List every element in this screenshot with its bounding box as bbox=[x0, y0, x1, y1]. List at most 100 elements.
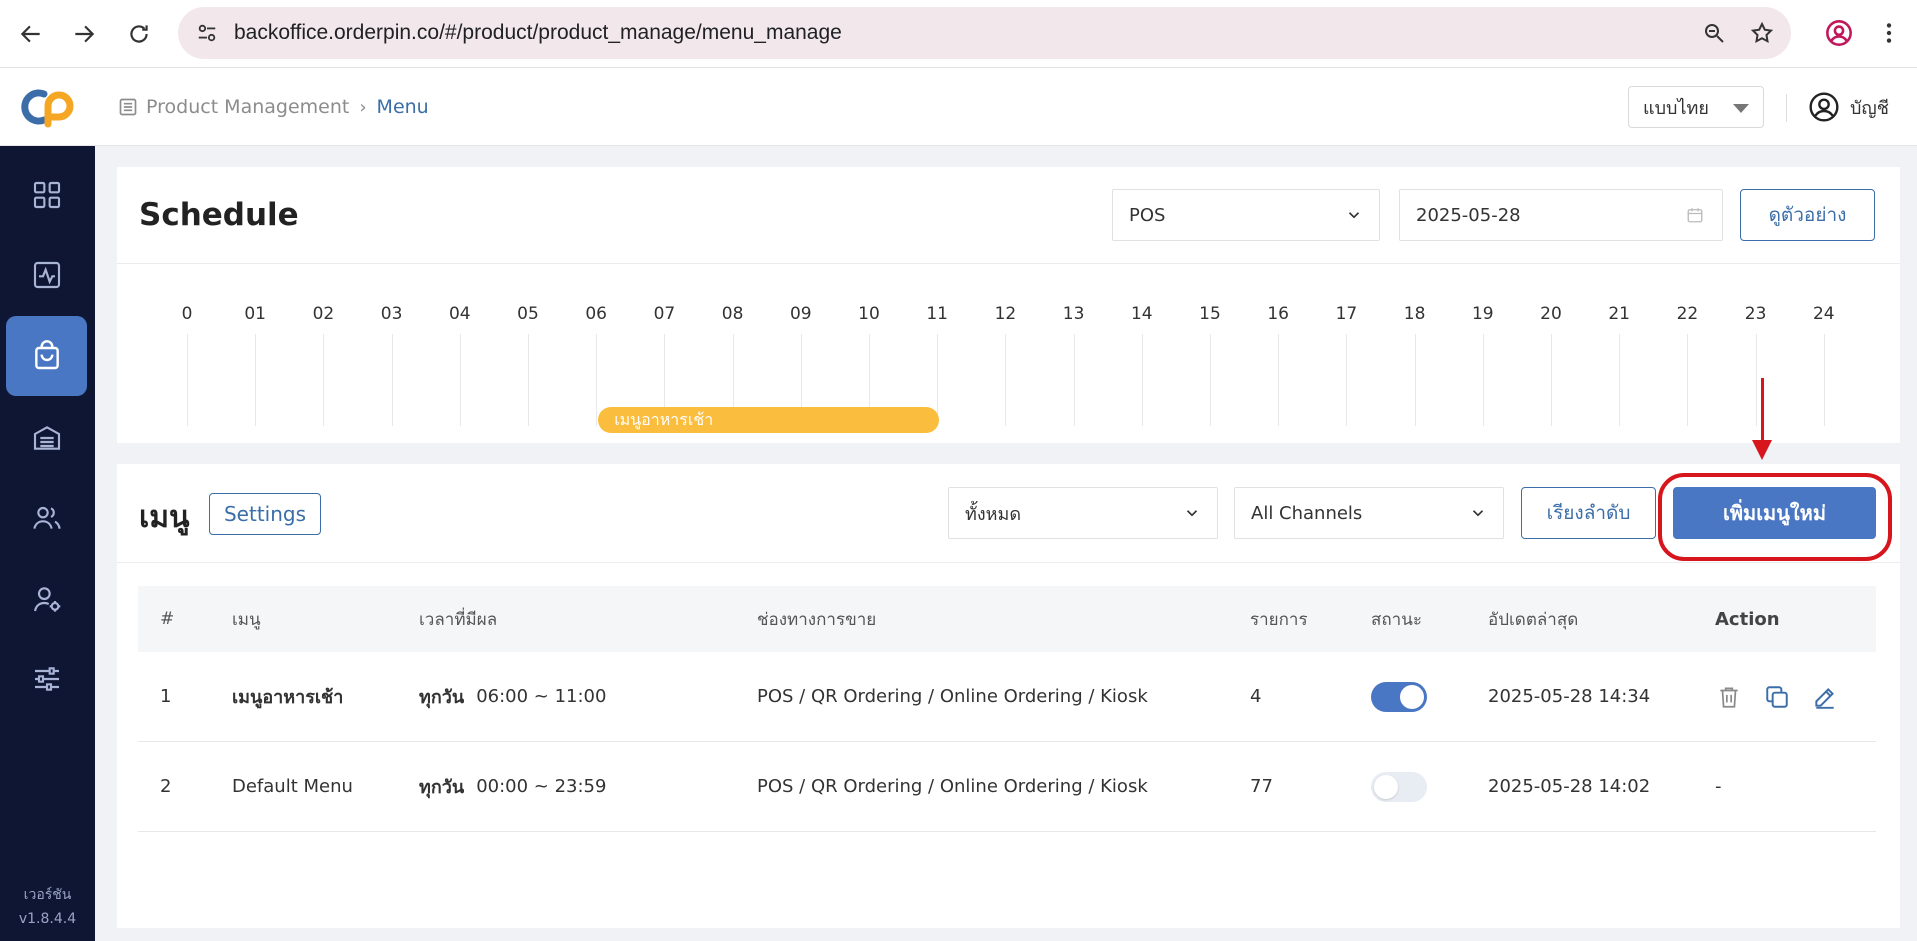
row-name: เมนูอาหารเช้า bbox=[232, 687, 344, 708]
row-day: ทุกวัน bbox=[419, 687, 465, 708]
timeline-hour-label: 01 bbox=[244, 304, 267, 324]
timeline-hour-gridline bbox=[1687, 334, 1689, 426]
chevron-right-icon: › bbox=[359, 96, 367, 118]
sliders-icon bbox=[34, 667, 59, 691]
sidebar-item-members[interactable] bbox=[6, 478, 87, 558]
row-index: 1 bbox=[160, 686, 172, 707]
table-row[interactable]: 2 Default Menu ทุกวัน 00:00 ~ 23:59 POS … bbox=[138, 742, 1876, 832]
timeline-hour-gridline bbox=[528, 334, 529, 426]
more-menu-icon[interactable] bbox=[1869, 13, 1909, 53]
timeline-hour-gridline bbox=[1210, 334, 1211, 426]
edit-icon[interactable] bbox=[1812, 684, 1838, 710]
timeline-hour-label: 09 bbox=[789, 304, 812, 324]
schedule-title: Schedule bbox=[139, 197, 299, 233]
timeline-hour-label: 22 bbox=[1676, 304, 1699, 324]
timeline-hour-label: 03 bbox=[380, 304, 403, 324]
annotation-arrow-head bbox=[1752, 440, 1772, 460]
chevron-down-icon bbox=[1472, 510, 1484, 517]
shopping-bag-icon bbox=[34, 340, 59, 370]
breadcrumb-parent[interactable]: Product Management bbox=[146, 96, 349, 118]
date-picker[interactable]: 2025-05-28 bbox=[1399, 189, 1723, 241]
channel-filter-select[interactable]: All Channels bbox=[1234, 487, 1504, 539]
copy-icon[interactable] bbox=[1764, 684, 1790, 710]
timeline-hour-gridline bbox=[1346, 334, 1348, 426]
sidebar-item-dashboard[interactable] bbox=[6, 155, 87, 235]
timeline-hour-label: 16 bbox=[1267, 304, 1290, 324]
timeline-hour-gridline bbox=[1619, 334, 1621, 426]
status-toggle[interactable] bbox=[1371, 681, 1427, 712]
url-text[interactable]: backoffice.orderpin.co/#/product/product… bbox=[234, 21, 842, 45]
channel-value: POS bbox=[1129, 204, 1166, 226]
row-channels: POS / QR Ordering / Online Ordering / Ki… bbox=[757, 776, 1148, 797]
sidebar-item-settings[interactable] bbox=[6, 639, 87, 719]
row-items: 77 bbox=[1250, 776, 1273, 797]
timeline-hour-label: 14 bbox=[1130, 304, 1153, 324]
timeline-hour-label: 12 bbox=[994, 304, 1017, 324]
timeline-hour-label: 10 bbox=[858, 304, 880, 324]
orderpin-logo[interactable] bbox=[14, 86, 78, 128]
zoom-icon[interactable] bbox=[1697, 16, 1731, 50]
row-time-range: 00:00 ~ 23:59 bbox=[476, 776, 607, 797]
date-value: 2025-05-28 bbox=[1416, 204, 1521, 226]
row-channels: POS / QR Ordering / Online Ordering / Ki… bbox=[757, 686, 1148, 707]
timeline-hour-gridline bbox=[187, 334, 188, 426]
sidebar-item-staff[interactable] bbox=[6, 559, 87, 639]
timeline-hour-gridline bbox=[1482, 334, 1484, 426]
forward-button[interactable] bbox=[57, 7, 111, 61]
timeline-hour-label: 05 bbox=[517, 304, 539, 324]
timeline-hour-label: 06 bbox=[585, 304, 608, 324]
account-button[interactable]: บัญชี bbox=[1808, 68, 1889, 146]
reload-button[interactable] bbox=[112, 7, 166, 61]
timeline-hour-label: 17 bbox=[1335, 304, 1358, 324]
col-index: # bbox=[160, 609, 175, 629]
timeline-hour-gridline bbox=[391, 334, 393, 426]
dashboard-grid-icon bbox=[33, 181, 60, 209]
site-info-icon[interactable] bbox=[192, 18, 222, 48]
arrow-left-icon bbox=[20, 25, 40, 43]
chevron-down-icon bbox=[1186, 510, 1198, 517]
header-divider bbox=[1786, 94, 1787, 122]
schedule-timeline: 0 01 02 03 04 05 06 07 08 09 10 11 12 13 14 15 16 17 18 19 2… bbox=[117, 263, 1900, 443]
language-select[interactable]: แบบไทย bbox=[1628, 86, 1764, 128]
timeline-hour-gridline bbox=[1755, 334, 1757, 426]
address-bar[interactable]: backoffice.orderpin.co/#/product/product… bbox=[178, 7, 1791, 59]
timeline-hour-gridline bbox=[1141, 334, 1143, 426]
timeline-hour-label: 21 bbox=[1608, 304, 1631, 324]
schedule-bar[interactable]: เมนูอาหารเช้า bbox=[598, 407, 940, 433]
profile-icon[interactable] bbox=[1819, 13, 1859, 53]
table-row[interactable]: 1 เมนูอาหารเช้า ทุกวัน 06:00 ~ 11:00 POS… bbox=[138, 652, 1876, 742]
channel-select[interactable]: POS bbox=[1112, 189, 1380, 241]
preview-button[interactable]: ดูตัวอย่าง bbox=[1740, 189, 1875, 241]
col-action: Action bbox=[1715, 608, 1780, 630]
bookmark-star-icon[interactable] bbox=[1745, 16, 1779, 50]
row-time-range: 06:00 ~ 11:00 bbox=[476, 686, 607, 707]
timeline-hour-gridline bbox=[459, 334, 461, 426]
sort-button[interactable]: เรียงลำดับ bbox=[1521, 487, 1656, 539]
menu-card: เมนู Settings ทั้งหมด All Channels เรียง… bbox=[117, 464, 1900, 928]
list-icon bbox=[119, 98, 137, 116]
sidebar-item-products[interactable] bbox=[6, 316, 87, 396]
sidebar-item-inventory[interactable] bbox=[6, 398, 87, 478]
sidebar-item-analytics[interactable] bbox=[6, 235, 87, 315]
breadcrumb: Product Management › Menu bbox=[118, 68, 429, 146]
breadcrumb-current: Menu bbox=[376, 96, 429, 118]
row-status bbox=[1371, 652, 1427, 741]
status-toggle[interactable] bbox=[1371, 771, 1427, 802]
menu-filter-select[interactable]: ทั้งหมด bbox=[948, 487, 1218, 539]
settings-button[interactable]: Settings bbox=[209, 493, 321, 535]
row-day: ทุกวัน bbox=[419, 777, 465, 798]
col-name: เมนู bbox=[232, 609, 261, 630]
inventory-icon bbox=[33, 426, 60, 450]
trash-icon[interactable] bbox=[1716, 684, 1742, 710]
timeline-hour-gridline bbox=[937, 334, 939, 426]
back-button[interactable] bbox=[4, 7, 58, 61]
row-updated: 2025-05-28 14:34 bbox=[1488, 686, 1651, 707]
row-time: ทุกวัน 00:00 ~ 23:59 bbox=[419, 742, 606, 831]
calendar-icon bbox=[1687, 208, 1703, 223]
timeline-hour-label: 08 bbox=[721, 304, 744, 324]
caret-down-icon bbox=[1733, 104, 1749, 113]
col-status: สถานะ bbox=[1371, 609, 1422, 630]
row-action-placeholder: - bbox=[1715, 776, 1722, 797]
menu-table: # เมนู เวลาที่มีผล ช่องทางการขาย รายการ … bbox=[138, 586, 1876, 832]
timeline-hour-label: 0 bbox=[181, 304, 193, 324]
